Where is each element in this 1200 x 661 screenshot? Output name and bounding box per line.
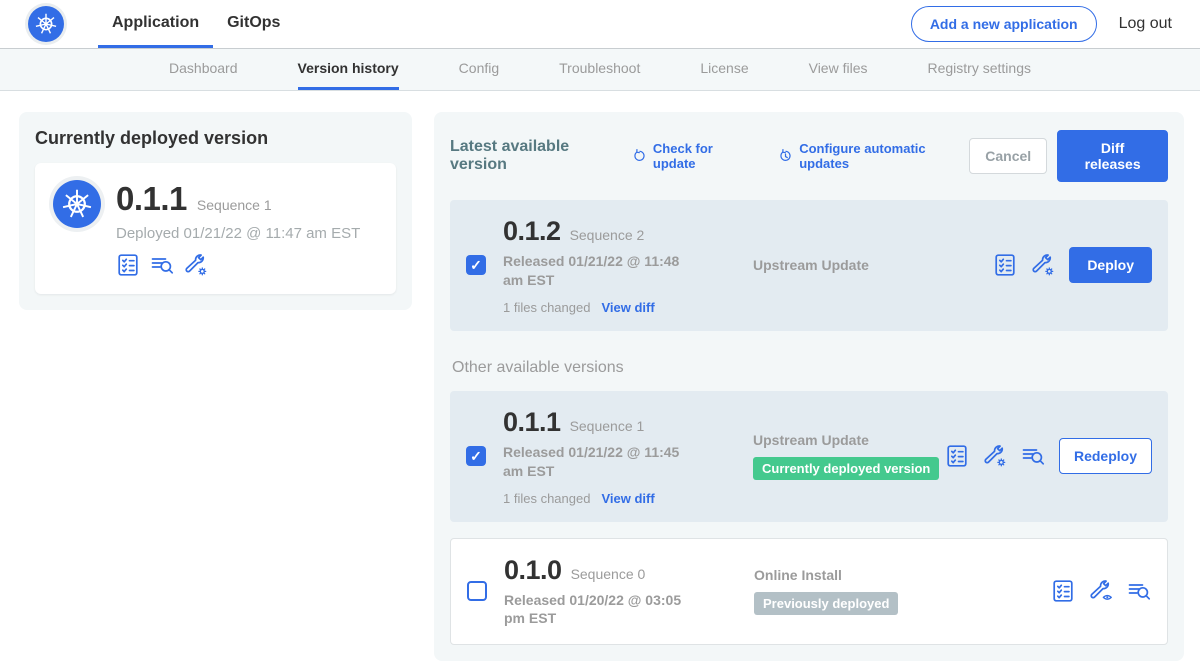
sequence-label: Sequence 0: [571, 566, 646, 582]
clock-refresh-icon: [777, 147, 794, 165]
diff-releases-button[interactable]: Diff releases: [1057, 130, 1168, 182]
main-content: Currently deployed version 0.1.1 Sequenc…: [0, 91, 1200, 661]
tab-gitops[interactable]: GitOps: [213, 0, 294, 48]
deployed-timestamp: Deployed 01/21/22 @ 11:47 am EST: [116, 225, 360, 242]
view-diff-link[interactable]: View diff: [601, 300, 654, 315]
refresh-icon: [631, 147, 648, 165]
app-kubernetes-icon: [53, 180, 101, 228]
files-changed-label: 1 files changed: [503, 491, 590, 506]
edit-config-icon[interactable]: [983, 444, 1007, 468]
deployed-sequence-label: Sequence 1: [197, 197, 272, 213]
subnav-tab-version-history[interactable]: Version history: [298, 49, 399, 90]
app-sub-nav: Dashboard Version history Config Trouble…: [0, 49, 1200, 91]
subnav-tab-view-files[interactable]: View files: [809, 49, 868, 90]
version-checkbox[interactable]: ✓: [466, 255, 486, 275]
view-files-diff-icon[interactable]: [1127, 579, 1151, 603]
configure-automatic-updates-link[interactable]: Configure automatic updates: [777, 141, 969, 171]
version-row: 0.1.0 Sequence 0 Released 01/20/22 @ 03:…: [450, 538, 1168, 646]
logout-button[interactable]: Log out: [1119, 15, 1172, 33]
currently-deployed-badge: Currently deployed version: [753, 457, 939, 480]
sequence-label: Sequence 2: [570, 227, 645, 243]
version-number: 0.1.0: [504, 555, 562, 586]
subnav-tab-config[interactable]: Config: [459, 49, 499, 90]
version-source-label: Online Install: [754, 567, 1051, 583]
other-versions-title: Other available versions: [452, 359, 1168, 377]
top-nav-tabs: Application GitOps: [98, 0, 294, 48]
previously-deployed-badge: Previously deployed: [754, 592, 898, 615]
version-row: ✓ 0.1.2 Sequence 2 Released 01/21/22 @ 1…: [450, 200, 1168, 331]
released-timestamp: Released 01/21/22 @ 11:48 am EST: [503, 252, 701, 290]
preflight-checks-icon[interactable]: [993, 253, 1017, 277]
version-number: 0.1.1: [503, 407, 561, 438]
config-view-icon[interactable]: [1089, 579, 1113, 603]
version-number: 0.1.2: [503, 216, 561, 247]
deploy-button[interactable]: Deploy: [1069, 247, 1152, 283]
check-for-update-label: Check for update: [653, 141, 753, 171]
preflight-checks-icon[interactable]: [1051, 579, 1075, 603]
add-new-application-button[interactable]: Add a new application: [911, 6, 1097, 42]
tab-application[interactable]: Application: [98, 0, 213, 48]
subnav-tab-license[interactable]: License: [700, 49, 748, 90]
edit-config-icon[interactable]: [1031, 253, 1055, 277]
kubernetes-logo-icon: [28, 6, 64, 42]
subnav-tab-registry-settings[interactable]: Registry settings: [928, 49, 1031, 90]
deployed-version-number: 0.1.1: [116, 180, 187, 218]
edit-config-icon[interactable]: [184, 253, 208, 277]
version-history-panel: Latest available version Check for updat…: [434, 112, 1184, 661]
sequence-label: Sequence 1: [570, 418, 645, 434]
cancel-button[interactable]: Cancel: [969, 138, 1047, 174]
released-timestamp: Released 01/20/22 @ 03:05 pm EST: [504, 591, 702, 629]
deployed-version-card: 0.1.1 Sequence 1 Deployed 01/21/22 @ 11:…: [35, 163, 396, 294]
view-files-diff-icon[interactable]: [1021, 444, 1045, 468]
currently-deployed-card: Currently deployed version 0.1.1 Sequenc…: [19, 112, 412, 310]
version-source-label: Upstream Update: [753, 257, 993, 273]
top-nav: Application GitOps Add a new application…: [0, 0, 1200, 49]
preflight-checks-icon[interactable]: [116, 253, 140, 277]
configure-updates-label: Configure automatic updates: [799, 141, 969, 171]
check-for-update-link[interactable]: Check for update: [631, 141, 753, 171]
version-checkbox[interactable]: ✓: [466, 446, 486, 466]
currently-deployed-title: Currently deployed version: [35, 128, 396, 149]
subnav-tab-troubleshoot[interactable]: Troubleshoot: [559, 49, 640, 90]
latest-available-title: Latest available version: [450, 138, 621, 174]
preflight-checks-icon[interactable]: [945, 444, 969, 468]
subnav-tab-dashboard[interactable]: Dashboard: [169, 49, 238, 90]
version-checkbox[interactable]: [467, 581, 487, 601]
files-changed-label: 1 files changed: [503, 300, 590, 315]
view-diff-link[interactable]: View diff: [601, 491, 654, 506]
redeploy-button[interactable]: Redeploy: [1059, 438, 1152, 474]
version-row: ✓ 0.1.1 Sequence 1 Released 01/21/22 @ 1…: [450, 391, 1168, 522]
view-files-diff-icon[interactable]: [150, 253, 174, 277]
version-source-label: Upstream Update: [753, 432, 945, 448]
released-timestamp: Released 01/21/22 @ 11:45 am EST: [503, 443, 701, 481]
